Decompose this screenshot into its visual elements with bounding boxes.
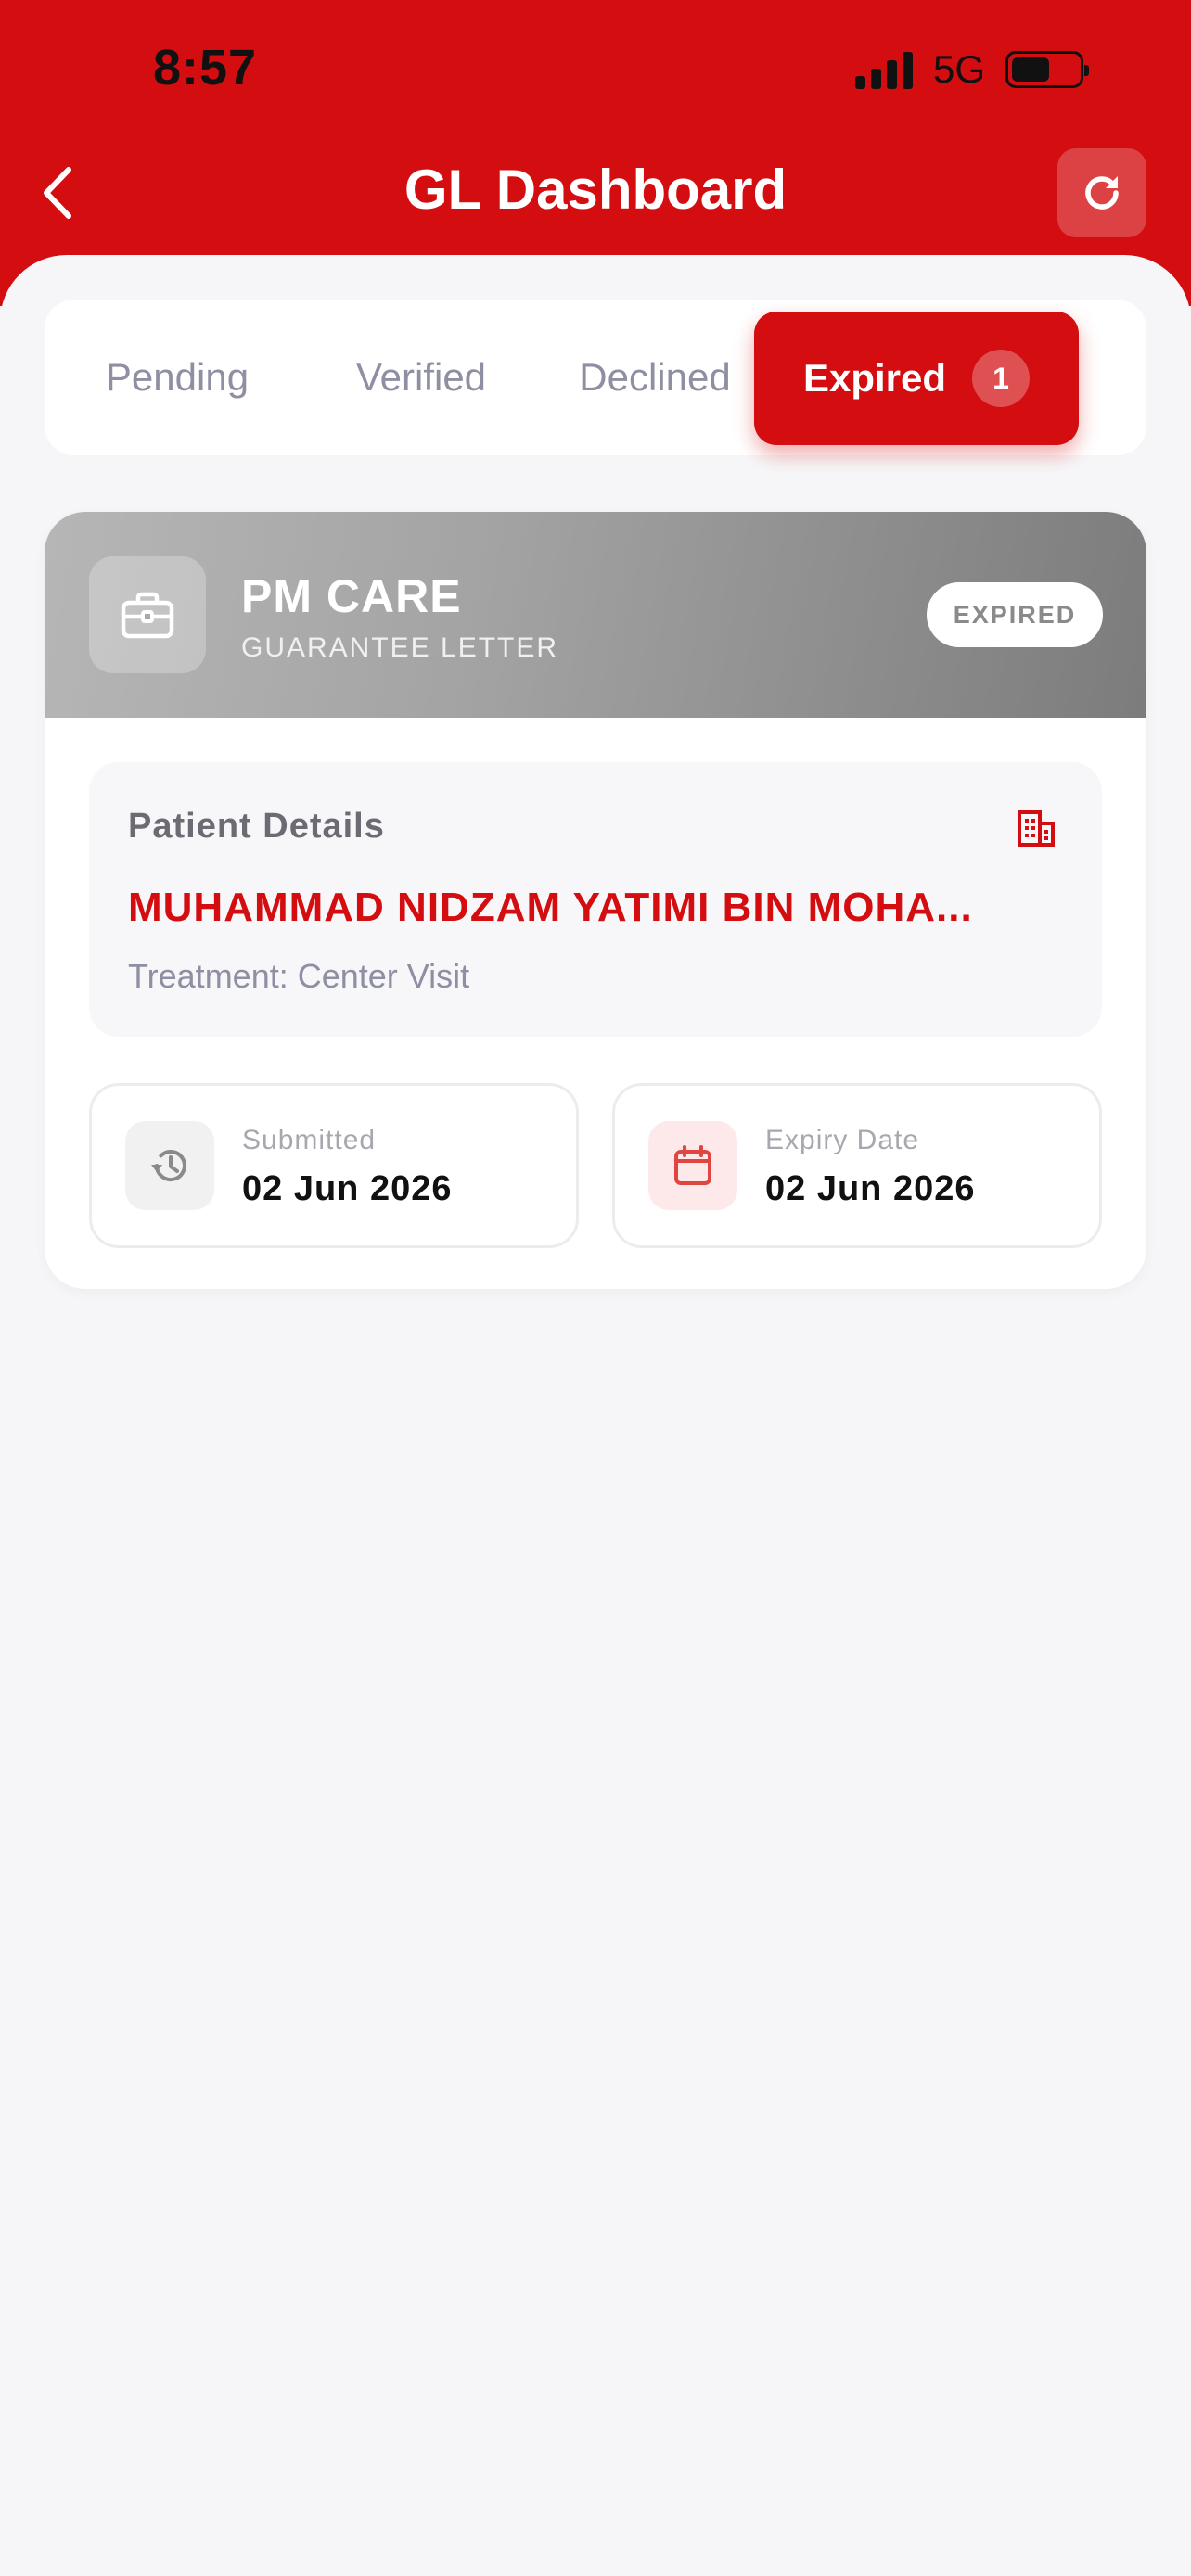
battery-icon [1005,51,1090,88]
submitted-info: Submitted 02 Jun 2026 [89,1083,579,1248]
calendar-icon-container [648,1121,737,1210]
refresh-button[interactable] [1057,148,1146,237]
card-subtitle: GUARANTEE LETTER [241,632,559,663]
expiry-date: 02 Jun 2026 [765,1169,976,1208]
patient-details-label: Patient Details [128,807,385,846]
tab-expired-count-badge: 1 [972,350,1031,407]
tab-verified-label: Verified [355,355,487,399]
gl-dashboard-screen: 8:57 5G GL Dashboard Pending Verified De… [0,0,1191,2576]
tab-expired-label: Expired [802,356,947,400]
tab-declined[interactable]: Declined [550,300,760,455]
tab-pending-label: Pending [105,355,250,399]
submitted-date: 02 Jun 2026 [242,1169,453,1208]
expiry-info: Expiry Date 02 Jun 2026 [612,1083,1102,1248]
history-icon-container [125,1121,214,1210]
building-icon [1018,810,1055,847]
tab-pending[interactable]: Pending [72,300,282,455]
network-label: 5G [933,47,986,91]
card-icon-container [89,556,206,673]
status-time: 8:57 [153,40,258,96]
tab-declined-label: Declined [579,355,731,399]
tab-expired[interactable]: Expired 1 [754,312,1079,445]
history-icon [151,1150,186,1181]
tab-verified[interactable]: Verified [316,300,526,455]
refresh-icon [1085,176,1119,210]
calendar-icon [674,1145,711,1185]
patient-details-section: Patient Details MUHAMMAD NIDZAM YATIMI B… [89,762,1102,1037]
signal-icon [855,50,913,89]
card-header: PM CARE GUARANTEE LETTER EXPIRED [45,512,1146,718]
treatment-text: Treatment: Center Visit [128,957,470,995]
status-badge: EXPIRED [927,582,1103,647]
briefcase-medical-icon [121,592,174,639]
status-indicators: 5G [855,46,1090,93]
submitted-label: Submitted [242,1125,377,1155]
page-title: GL Dashboard [403,159,788,221]
guarantee-letter-card[interactable]: PM CARE GUARANTEE LETTER EXPIRED Patient… [45,512,1146,1289]
expiry-label: Expiry Date [765,1125,920,1155]
patient-name: MUHAMMAD NIDZAM YATIMI BIN MOHA... [128,885,973,930]
card-title: PM CARE [241,570,462,622]
